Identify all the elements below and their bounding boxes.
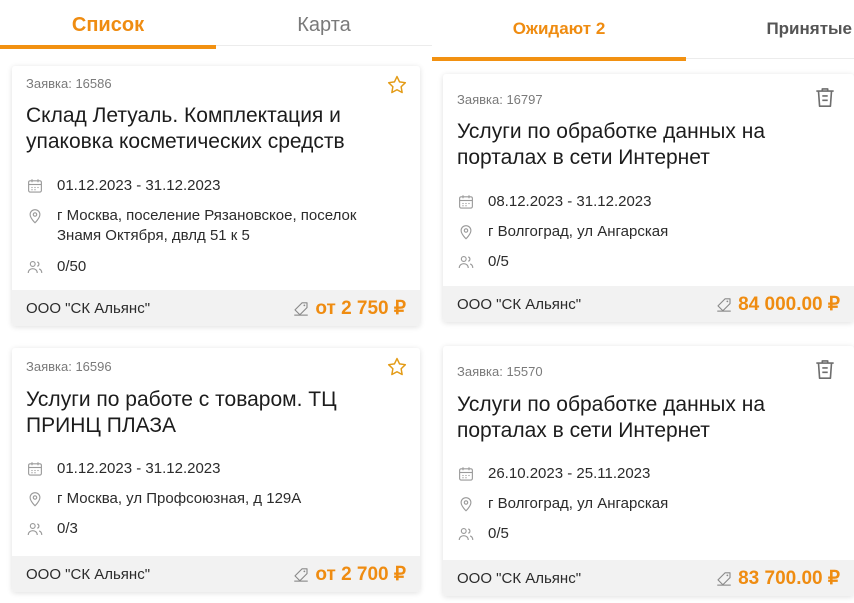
request-card[interactable]: Заявка: 15570 Услуги по обработке данных… [443,346,854,596]
address: г Волгоград, ул Ангарская [488,223,669,240]
card-footer: ООО "СК Альянс" от 2 700 ₽ [12,556,420,592]
date-range: 26.10.2023 - 25.11.2023 [488,465,651,482]
price-tag-icon [717,572,731,586]
request-card[interactable]: Заявка: 16797 Услуги по обработке данных… [443,74,854,322]
list-panel: Список Карта Заявка: 16586 Склад Летуаль… [0,0,432,603]
date-row: 01.12.2023 - 31.12.2023 [26,176,220,196]
calendar-icon [28,462,42,476]
people-count: 0/3 [57,520,78,537]
request-number: Заявка: 15570 [457,364,543,379]
request-title: Услуги по работе с товаром. ТЦ ПРИНЦ ПЛА… [26,388,337,437]
star-icon[interactable] [386,74,408,96]
date-range: 01.12.2023 - 31.12.2023 [57,460,221,477]
trash-icon[interactable] [812,356,838,382]
tab-divider [216,45,432,46]
people-row: 0/3 [26,519,78,539]
active-tab-indicator [432,57,686,61]
card-footer: ООО "СК Альянс" 84 000.00 ₽ [443,286,854,322]
request-title: Услуги по обработке данных на порталах в… [457,120,765,169]
location-pin-icon [460,225,472,240]
calendar-icon [459,467,473,481]
address-row: г Москва, ул Профсоюзная, д 129А [26,489,301,509]
people-count: 0/5 [488,525,509,542]
price-tag-icon [294,302,309,316]
price: от 2 700 ₽ [292,563,406,586]
request-card[interactable]: Заявка: 16586 Склад Летуаль. Комплектаци… [12,66,420,326]
price: 84 000.00 ₽ [715,293,840,316]
people-count: 0/50 [57,258,87,275]
people-row: 0/5 [457,252,509,272]
request-card[interactable]: Заявка: 16596 Услуги по работе с товаром… [12,348,420,592]
people-icon [27,261,43,274]
price-value: 83 700.00 ₽ [738,567,840,589]
requests-panel: Ожидают 2 Принятые Заявка: 16797 Услуги … [432,0,854,603]
request-title: Склад Летуаль. Комплектация и упаковка к… [26,104,345,153]
organization-name: ООО "СК Альянс" [26,299,151,317]
view-tabs: Список Карта [0,0,432,50]
price-value: от 2 750 ₽ [315,297,406,319]
people-count: 0/5 [488,253,509,270]
tab-accepted[interactable]: Принятые [686,0,854,58]
tab-pending[interactable]: Ожидают 2 [432,0,686,58]
tab-map[interactable]: Карта [216,0,432,50]
organization-name: ООО "СК Альянс" [457,569,582,587]
price: 83 700.00 ₽ [715,567,840,590]
people-icon [458,528,474,541]
people-icon [458,256,474,269]
tab-divider [686,58,854,59]
people-row: 0/50 [26,257,86,277]
request-number: Заявка: 16586 [26,76,112,91]
price-tag-icon [717,298,731,312]
card-footer: ООО "СК Альянс" 83 700.00 ₽ [443,560,854,596]
request-title: Услуги по обработке данных на порталах в… [457,393,765,442]
location-pin-icon [460,497,472,512]
price-value: 84 000.00 ₽ [738,293,840,315]
date-row: 08.12.2023 - 31.12.2023 [457,192,651,212]
request-number: Заявка: 16797 [457,92,543,107]
location-pin-icon [29,492,41,507]
address: г Волгоград, ул Ангарская [488,495,669,512]
active-tab-indicator [0,45,216,49]
status-tabs: Ожидают 2 Принятые [432,0,854,62]
people-row: 0/5 [457,524,509,544]
address-row: г Волгоград, ул Ангарская [457,222,668,242]
organization-name: ООО "СК Альянс" [26,565,151,583]
calendar-icon [459,195,473,209]
price-tag-icon [294,568,309,582]
address: г Москва, ул Профсоюзная, д 129А [57,490,302,507]
price: от 2 750 ₽ [292,297,406,320]
date-range: 08.12.2023 - 31.12.2023 [488,193,652,210]
date-row: 01.12.2023 - 31.12.2023 [26,459,220,479]
trash-icon[interactable] [812,84,838,110]
tab-list[interactable]: Список [0,0,216,50]
address: г Москва, поселение Рязановское, поселок… [57,207,357,244]
request-number: Заявка: 16596 [26,359,112,374]
price-value: от 2 700 ₽ [315,563,406,585]
date-range: 01.12.2023 - 31.12.2023 [57,177,221,194]
organization-name: ООО "СК Альянс" [457,295,582,313]
star-icon[interactable] [386,356,408,378]
address-row: г Волгоград, ул Ангарская [457,494,668,514]
calendar-icon [28,179,42,193]
date-row: 26.10.2023 - 25.11.2023 [457,464,650,484]
address-row: г Москва, поселение Рязановское, поселок… [26,206,386,246]
location-pin-icon [29,209,41,224]
people-icon [27,523,43,536]
card-footer: ООО "СК Альянс" от 2 750 ₽ [12,290,420,326]
